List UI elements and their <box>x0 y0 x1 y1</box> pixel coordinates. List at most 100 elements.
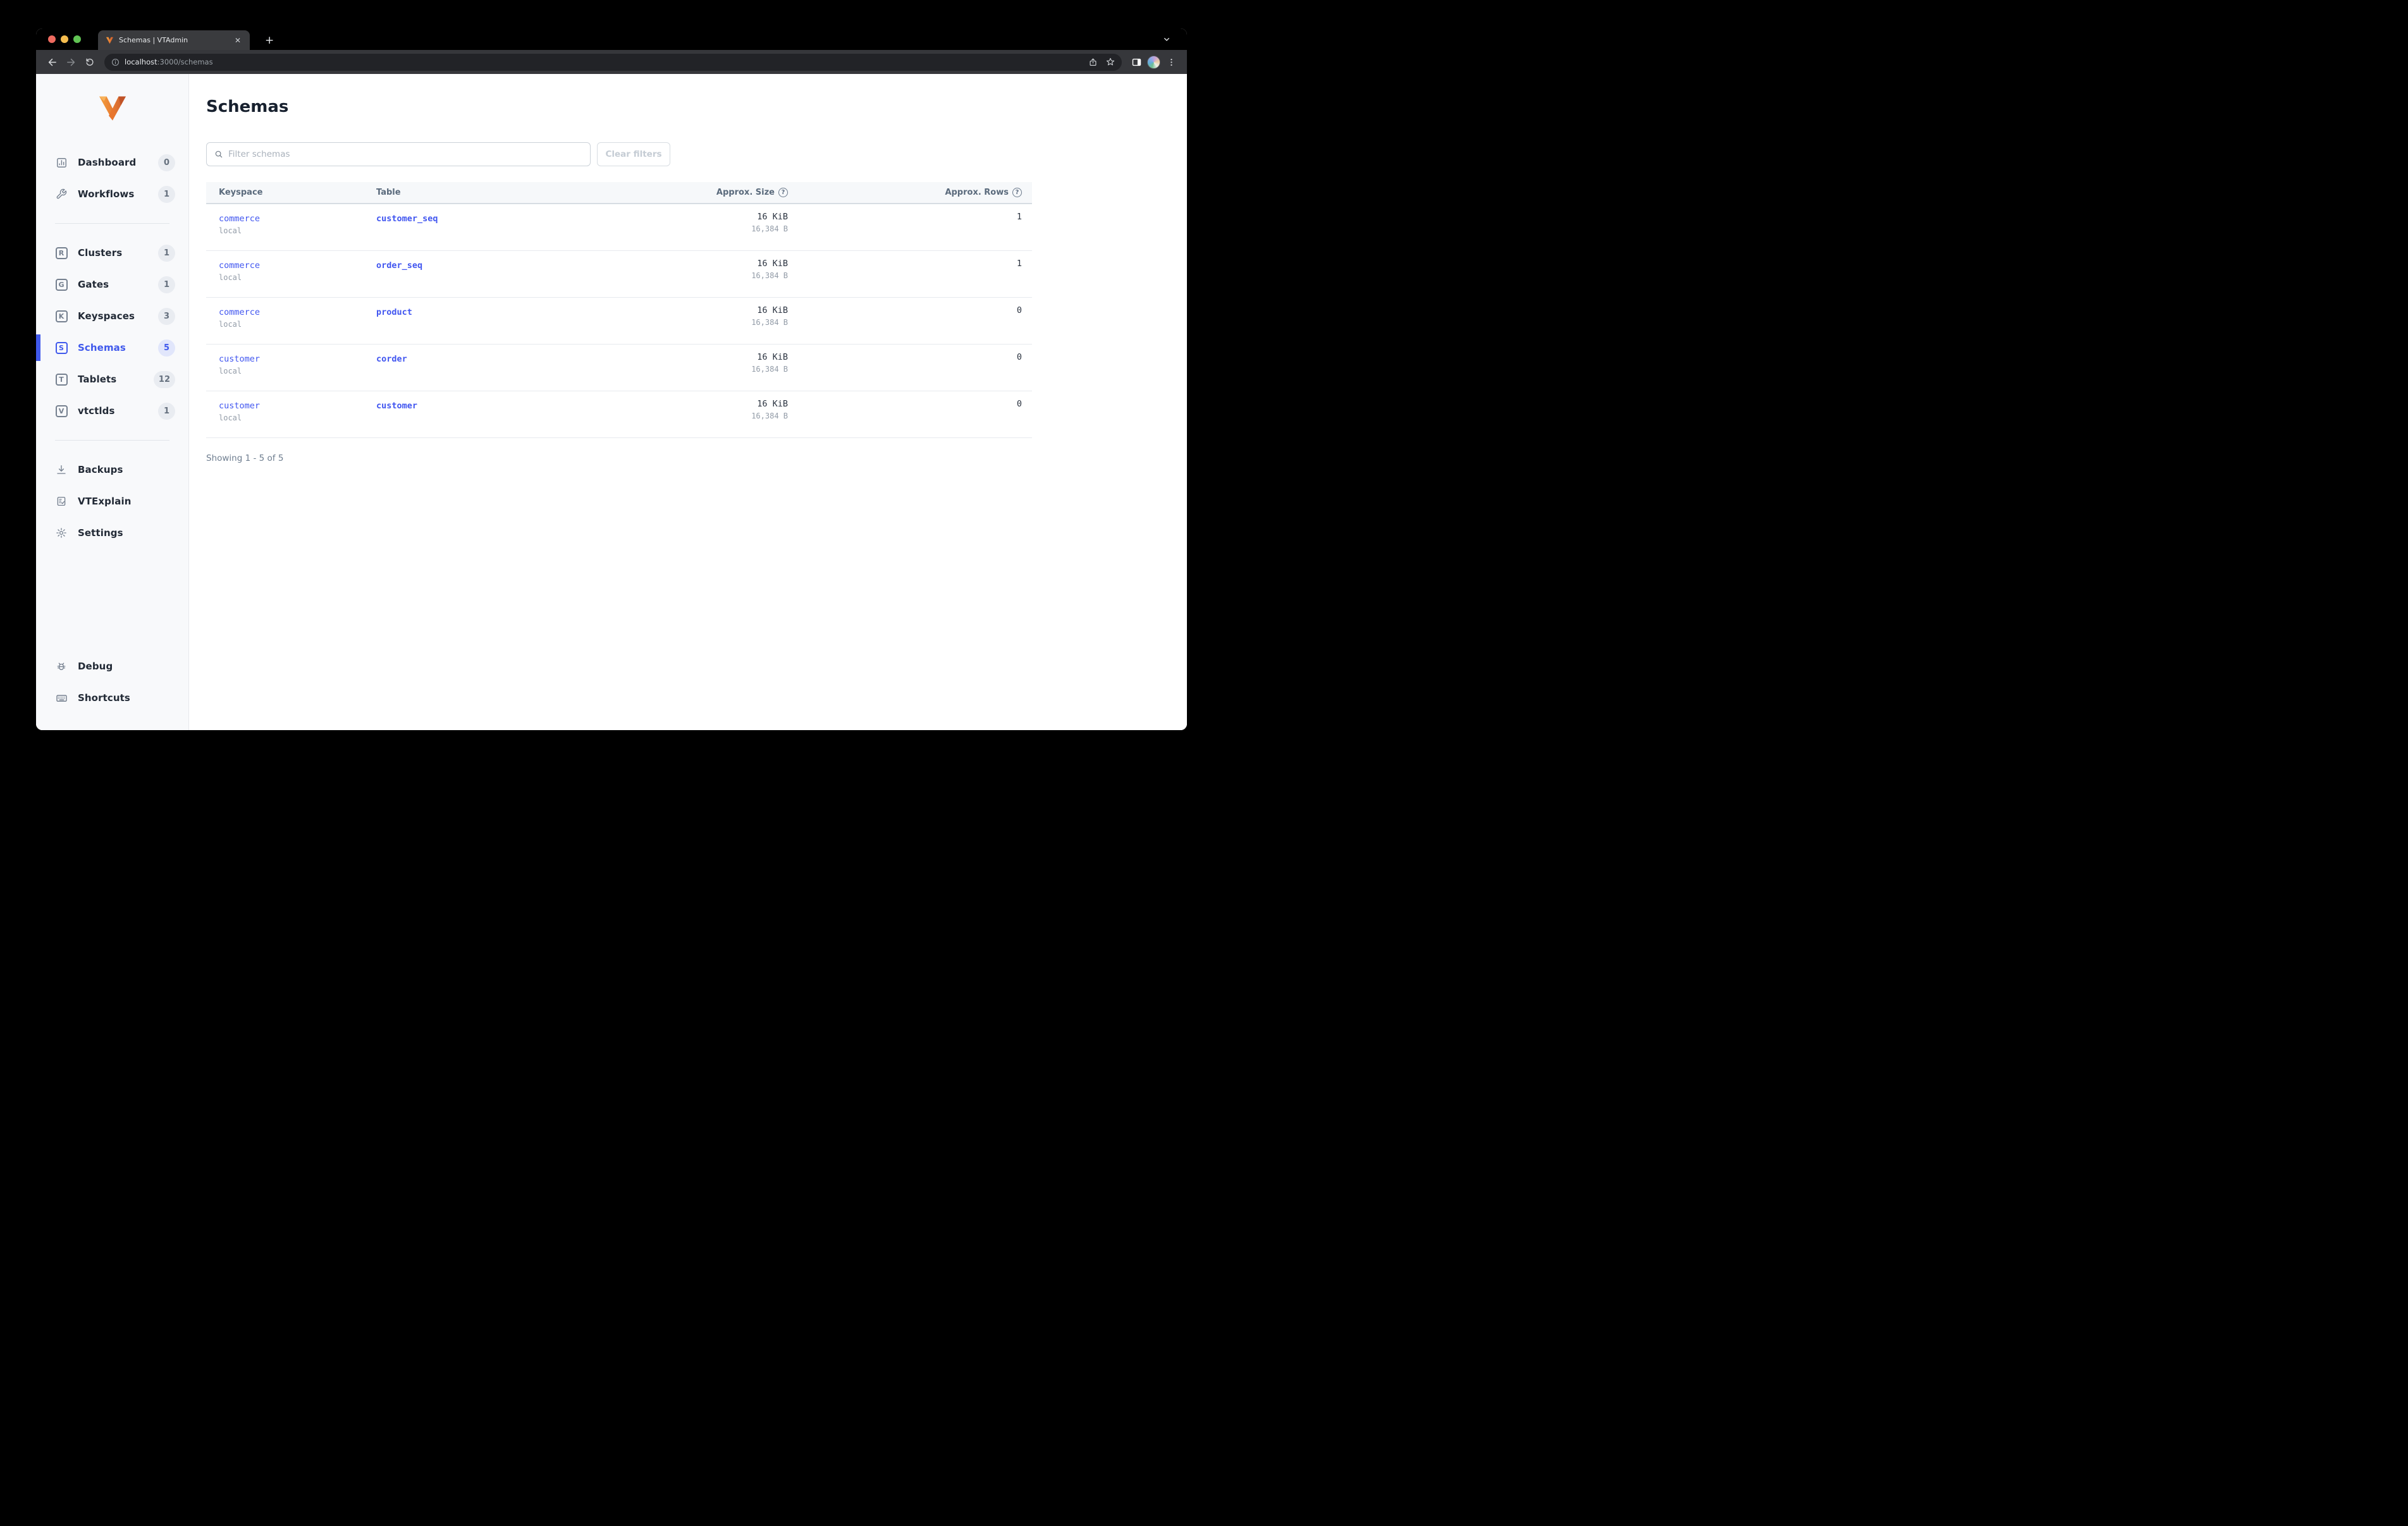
keyspace-link[interactable]: commerce <box>219 214 260 224</box>
main-panel: Schemas Clear filters Keyspace Table App <box>189 74 1187 730</box>
tab-title: Schemas | VTAdmin <box>119 36 188 44</box>
keyspace-link[interactable]: commerce <box>219 260 260 271</box>
back-button[interactable] <box>44 54 60 70</box>
results-count: Showing 1 - 5 of 5 <box>206 453 284 463</box>
forward-icon <box>66 58 75 66</box>
traffic-lights <box>48 35 81 43</box>
size-bytes-value: 16,384 B <box>751 412 788 420</box>
approx-size-value: 16 KiB <box>757 259 788 269</box>
minimize-window-button[interactable] <box>61 35 68 43</box>
table-link[interactable]: order_seq <box>376 260 422 271</box>
sidebar-item-workflows[interactable]: Workflows 1 <box>36 178 188 210</box>
vitess-logo <box>99 96 126 121</box>
table-link[interactable]: product <box>376 307 412 317</box>
header-approx-rows: Approx. Rows ? <box>798 188 1032 197</box>
sidebar-item-shortcuts[interactable]: Shortcuts <box>36 682 188 714</box>
sidebar-item-clusters[interactable]: R Clusters 1 <box>36 237 188 269</box>
size-bytes-value: 16,384 B <box>751 271 788 280</box>
table-row: commerce local customer_seq 16 KiB 16,38… <box>206 204 1032 251</box>
sidebar-item-backups[interactable]: Backups <box>36 454 188 485</box>
forward-button[interactable] <box>63 54 79 70</box>
page-title: Schemas <box>206 97 289 116</box>
sidebar-item-debug[interactable]: Debug <box>36 650 188 682</box>
table-row: customer local corder 16 KiB 16,384 B 0 <box>206 345 1032 391</box>
sidebar-item-label: Tablets <box>78 374 117 385</box>
keyspace-link[interactable]: commerce <box>219 307 260 317</box>
cluster-label: local <box>219 226 242 235</box>
header-keyspace: Keyspace <box>219 188 263 197</box>
approx-size-value: 16 KiB <box>757 305 788 315</box>
side-panel-icon <box>1132 58 1141 66</box>
zoom-window-button[interactable] <box>73 35 81 43</box>
browser-menu-button[interactable] <box>1163 54 1179 70</box>
sidebar-item-gates[interactable]: G Gates 1 <box>36 269 188 300</box>
keyspaces-letter-icon: K <box>55 310 68 322</box>
sidebar-item-label: Dashboard <box>78 157 137 168</box>
keyspace-link[interactable]: customer <box>219 401 260 411</box>
count-badge: 1 <box>158 185 175 203</box>
tab-strip: Schemas | VTAdmin ✕ + <box>36 28 1187 50</box>
sidebar-item-label: Gates <box>78 279 109 290</box>
vitess-favicon <box>106 37 114 44</box>
close-tab-icon[interactable]: ✕ <box>232 35 243 46</box>
reload-button[interactable] <box>82 54 98 70</box>
schemas-table: Keyspace Table Approx. Size ? Approx. Ro… <box>206 182 1032 438</box>
download-icon <box>57 465 66 474</box>
keyboard-icon <box>56 694 67 702</box>
count-badge: 12 <box>153 370 175 388</box>
side-panel-button[interactable] <box>1128 54 1145 70</box>
sidebar-item-label: Shortcuts <box>78 692 130 704</box>
back-icon <box>48 58 56 66</box>
clusters-letter-icon: R <box>55 247 68 259</box>
sidebar-item-keyspaces[interactable]: K Keyspaces 3 <box>36 300 188 332</box>
site-info-icon[interactable] <box>111 58 120 66</box>
bug-icon <box>57 662 66 670</box>
gear-icon <box>56 528 66 538</box>
new-tab-button[interactable]: + <box>265 30 274 50</box>
rows-help-icon[interactable]: ? <box>1012 188 1022 197</box>
size-bytes-value: 16,384 B <box>751 224 788 233</box>
cluster-label: local <box>219 413 242 422</box>
table-link[interactable]: customer_seq <box>376 214 438 224</box>
share-icon[interactable] <box>1088 58 1098 67</box>
table-link[interactable]: customer <box>376 401 417 411</box>
filter-controls: Clear filters <box>206 142 1162 166</box>
profile-avatar[interactable] <box>1147 55 1160 69</box>
table-header-row: Keyspace Table Approx. Size ? Approx. Ro… <box>206 182 1032 204</box>
gates-letter-icon: G <box>55 278 68 291</box>
browser-toolbar: localhost:3000/schemas <box>36 50 1187 74</box>
approx-rows-value: 0 <box>1016 399 1022 409</box>
sidebar-divider <box>55 440 169 441</box>
sidebar-item-vtctlds[interactable]: V vtctlds 1 <box>36 395 188 427</box>
approx-rows-value: 0 <box>1016 305 1022 315</box>
count-badge: 5 <box>158 339 175 357</box>
schemas-letter-icon: S <box>55 341 68 354</box>
sidebar-item-settings[interactable]: Settings <box>36 517 188 549</box>
approx-size-value: 16 KiB <box>757 352 788 362</box>
sidebar-item-schemas[interactable]: S Schemas 5 <box>36 332 188 363</box>
sidebar-item-label: Settings <box>78 527 123 539</box>
dashboard-chart-icon <box>56 157 66 168</box>
tab-schemas[interactable]: Schemas | VTAdmin ✕ <box>98 30 250 50</box>
cluster-label: local <box>219 320 242 329</box>
sidebar-item-label: Debug <box>78 661 113 672</box>
size-help-icon[interactable]: ? <box>778 188 788 197</box>
filter-schemas-input[interactable] <box>228 149 582 159</box>
size-bytes-value: 16,384 B <box>751 365 788 374</box>
count-badge: 1 <box>158 276 175 293</box>
count-badge: 0 <box>158 154 175 171</box>
clear-filters-button[interactable]: Clear filters <box>597 142 670 166</box>
table-link[interactable]: corder <box>376 354 407 364</box>
sidebar-item-tablets[interactable]: T Tablets 12 <box>36 363 188 395</box>
keyspace-link[interactable]: customer <box>219 354 260 364</box>
sidebar-item-label: VTExplain <box>78 496 132 507</box>
tablets-letter-icon: T <box>55 373 68 386</box>
close-window-button[interactable] <box>48 35 56 43</box>
address-bar[interactable]: localhost:3000/schemas <box>104 53 1122 71</box>
chevron-down-icon[interactable] <box>1162 34 1172 44</box>
bookmark-star-icon[interactable] <box>1105 57 1115 67</box>
sidebar-item-vtexplain[interactable]: VTExplain <box>36 485 188 517</box>
sidebar: Dashboard 0 Workflows 1 R Clusters 1 G G… <box>36 74 189 730</box>
sidebar-item-label: Schemas <box>78 342 126 353</box>
sidebar-item-dashboard[interactable]: Dashboard 0 <box>36 147 188 178</box>
